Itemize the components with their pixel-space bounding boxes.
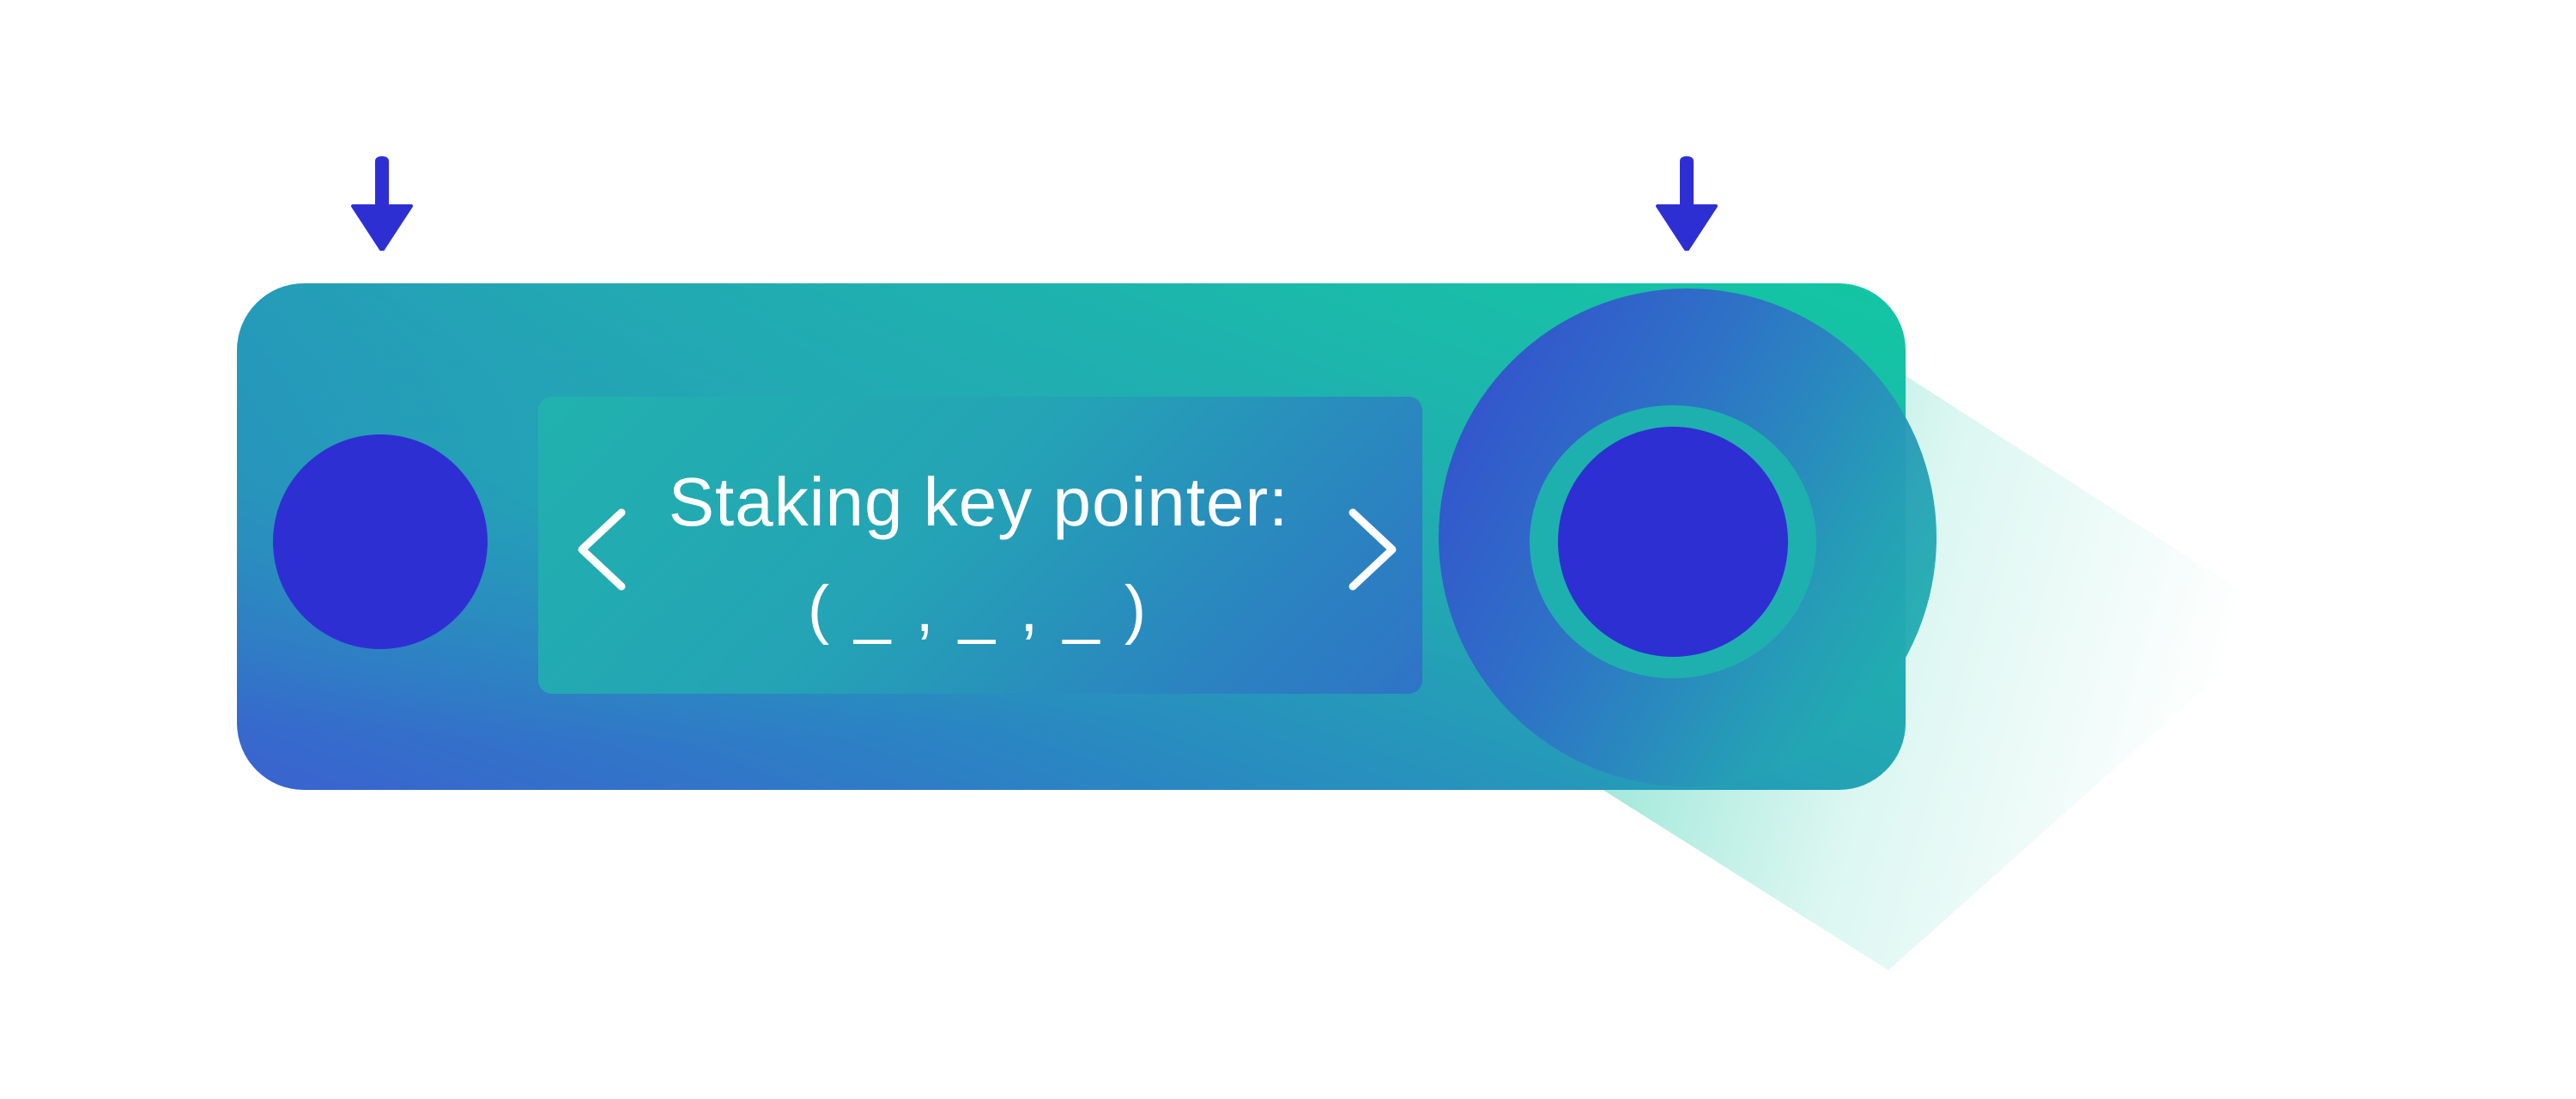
screen-value: ( _ , _ , _ ) — [807, 573, 1150, 646]
chevron-right-icon — [1349, 508, 1397, 591]
left-button[interactable] — [273, 434, 488, 649]
right-button[interactable] — [1558, 427, 1788, 657]
arrow-down-icon — [1656, 156, 1718, 251]
device-illustration: Staking key pointer: ( _ , _ , _ ) — [0, 0, 2576, 1099]
arrow-down-icon — [351, 156, 413, 251]
screen-title: Staking key pointer: — [668, 464, 1289, 540]
device-screen — [538, 397, 1422, 694]
